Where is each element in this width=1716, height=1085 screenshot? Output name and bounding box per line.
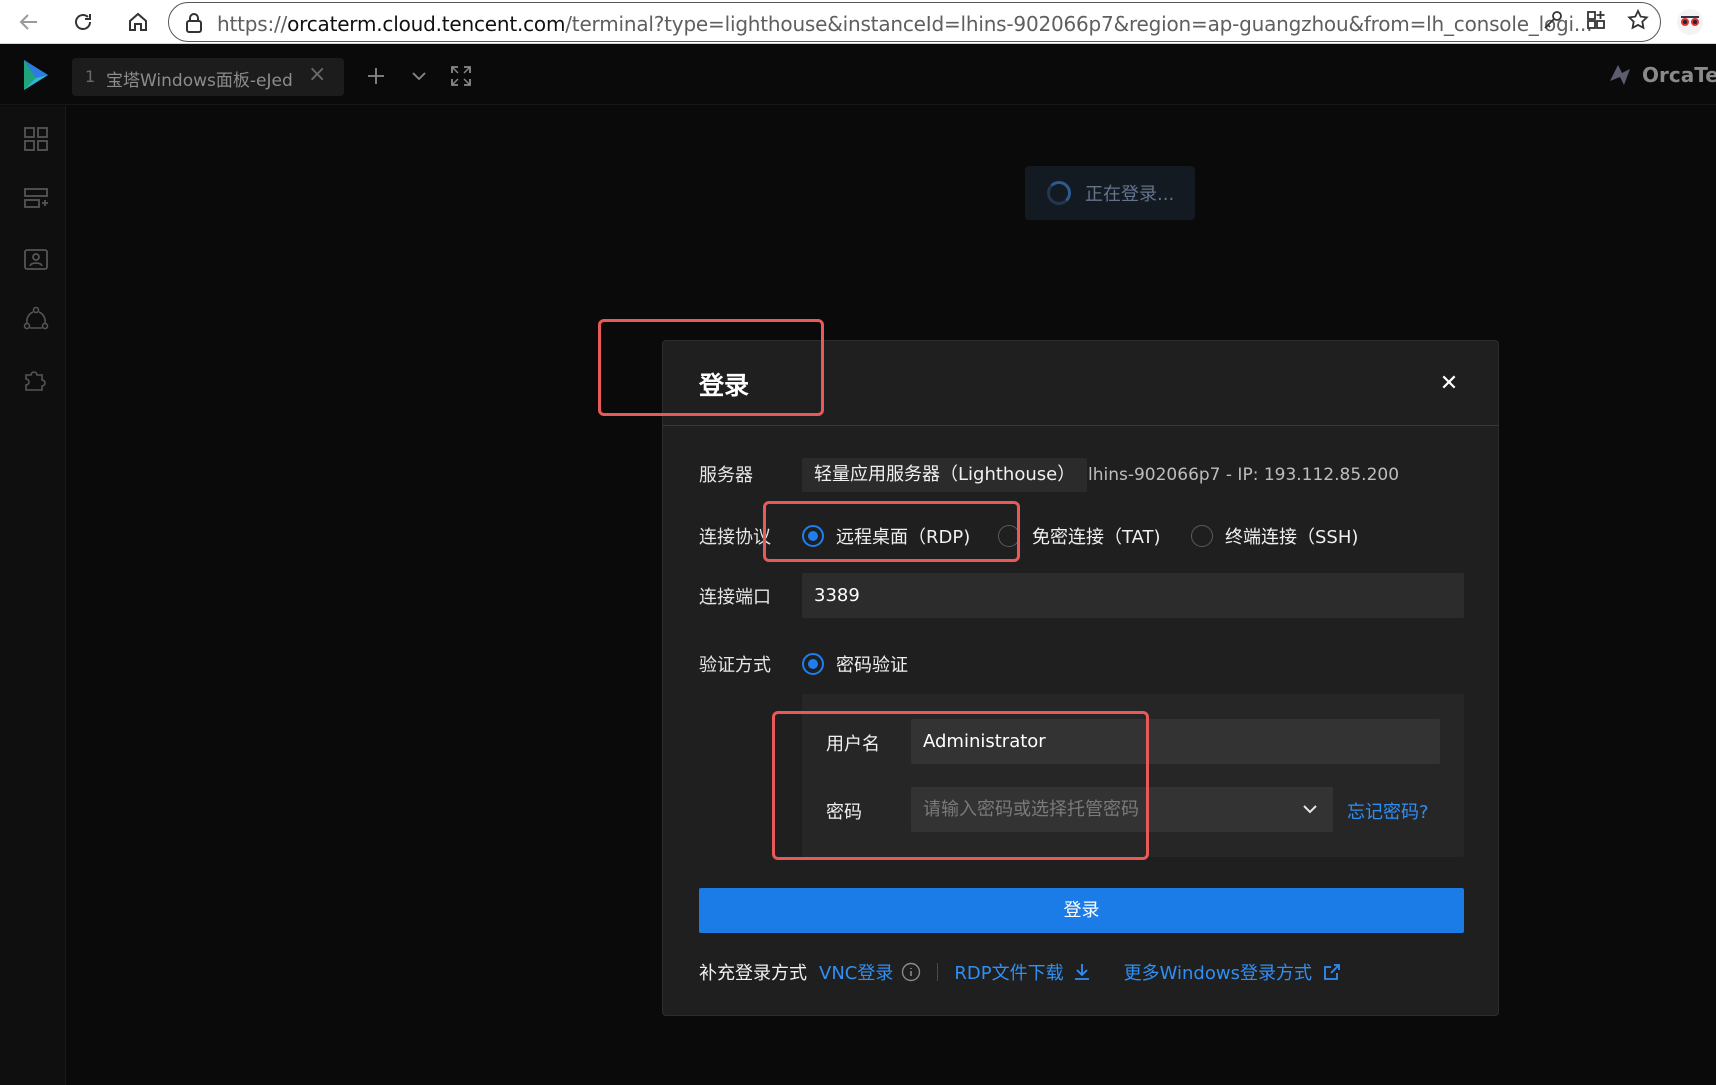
server-label: 服务器: [699, 465, 753, 486]
dashboard-icon[interactable]: [22, 125, 50, 153]
app-topbar: 1 宝塔Windows面板-eJed × OrcaTerm: [0, 45, 1716, 105]
external-link-icon: [1324, 964, 1340, 980]
chevron-down-icon[interactable]: [407, 64, 431, 88]
rdp-download-link[interactable]: RDP文件下载: [954, 959, 1091, 985]
tab-title: 宝塔Windows面板-eJed: [106, 71, 293, 91]
radio-ssh-indicator[interactable]: [1191, 525, 1213, 547]
fullscreen-icon[interactable]: [449, 64, 473, 88]
lock-icon[interactable]: [184, 12, 204, 38]
loading-spinner-icon: [1047, 181, 1071, 205]
browser-toolbar: https://orcaterm.cloud.tencent.com/termi…: [0, 0, 1716, 44]
address-bar[interactable]: https://orcaterm.cloud.tencent.com/termi…: [168, 2, 1661, 42]
extra-login-label: 补充登录方式: [699, 963, 807, 984]
sync-icon[interactable]: [22, 305, 50, 333]
radio-password-indicator[interactable]: [802, 653, 824, 675]
login-status: 正在登录...: [1025, 166, 1195, 220]
login-dialog: 登录 ✕ 服务器 轻量应用服务器（Lighthouse） lhins-90206…: [662, 340, 1499, 1016]
radio-tat-label: 免密连接（TAT): [1032, 527, 1161, 548]
apps-icon[interactable]: [1582, 6, 1610, 34]
star-icon[interactable]: [1624, 6, 1652, 34]
auth-label: 验证方式: [699, 655, 771, 676]
annotation-box-protocol: [763, 501, 1020, 562]
key-icon[interactable]: [1539, 6, 1567, 34]
chevron-down-icon[interactable]: [1301, 800, 1319, 818]
radio-ssh-label: 终端连接（SSH): [1225, 527, 1359, 548]
info-icon[interactable]: [901, 962, 921, 982]
tab-close-icon[interactable]: ×: [308, 62, 326, 87]
brand: OrcaTerm: [1606, 61, 1716, 89]
port-label: 连接端口: [699, 587, 771, 608]
rdp-download-label: RDP文件下载: [954, 963, 1064, 984]
sidebar: [0, 106, 66, 1085]
back-icon[interactable]: [14, 7, 44, 37]
profile-avatar-icon[interactable]: [1675, 7, 1705, 37]
close-icon[interactable]: ✕: [1437, 372, 1461, 396]
server-type-tag: 轻量应用服务器（Lighthouse）: [802, 458, 1088, 492]
radio-password-label: 密码验证: [836, 655, 908, 676]
download-icon: [1074, 964, 1089, 980]
divider: [937, 963, 939, 981]
forgot-password-link[interactable]: 忘记密码?: [1347, 798, 1429, 824]
orcaterm-logo-icon: [22, 58, 50, 92]
server-info: lhins-902066p7 - IP: 193.112.85.200: [1088, 465, 1400, 485]
status-text: 正在登录...: [1085, 184, 1175, 205]
add-tab-icon[interactable]: [364, 64, 388, 88]
vnc-login-link[interactable]: VNC登录: [819, 959, 893, 985]
radio-ssh[interactable]: 终端连接（SSH): [1191, 523, 1358, 549]
home-icon[interactable]: [123, 7, 153, 37]
session-tab[interactable]: 1 宝塔Windows面板-eJed ×: [72, 58, 344, 96]
url-text: https://orcaterm.cloud.tencent.com/termi…: [217, 12, 1593, 36]
protocol-label: 连接协议: [699, 527, 771, 548]
brand-name: OrcaTerm: [1642, 63, 1716, 87]
more-windows-login-link[interactable]: 更多Windows登录方式: [1124, 959, 1342, 985]
radio-password-auth[interactable]: 密码验证: [802, 651, 908, 677]
user-folder-icon[interactable]: [22, 245, 50, 273]
port-input[interactable]: 3389: [802, 573, 1464, 618]
orcaterm-brand-icon: [1610, 65, 1630, 85]
reload-icon[interactable]: [68, 7, 98, 37]
annotation-box-title: [598, 319, 824, 416]
login-button[interactable]: 登录: [699, 888, 1464, 933]
radio-tat[interactable]: 免密连接（TAT): [998, 523, 1161, 549]
more-windows-login-label: 更多Windows登录方式: [1123, 963, 1312, 984]
tab-index: 1: [85, 67, 96, 86]
plugin-icon[interactable]: [22, 365, 50, 393]
vnc-login-label: VNC登录: [819, 963, 894, 984]
extra-login-row: 补充登录方式 VNC登录 RDP文件下载 更多Windows登录方式: [699, 958, 1342, 986]
annotation-box-credentials: [772, 711, 1149, 860]
server-list-icon[interactable]: [22, 185, 50, 213]
